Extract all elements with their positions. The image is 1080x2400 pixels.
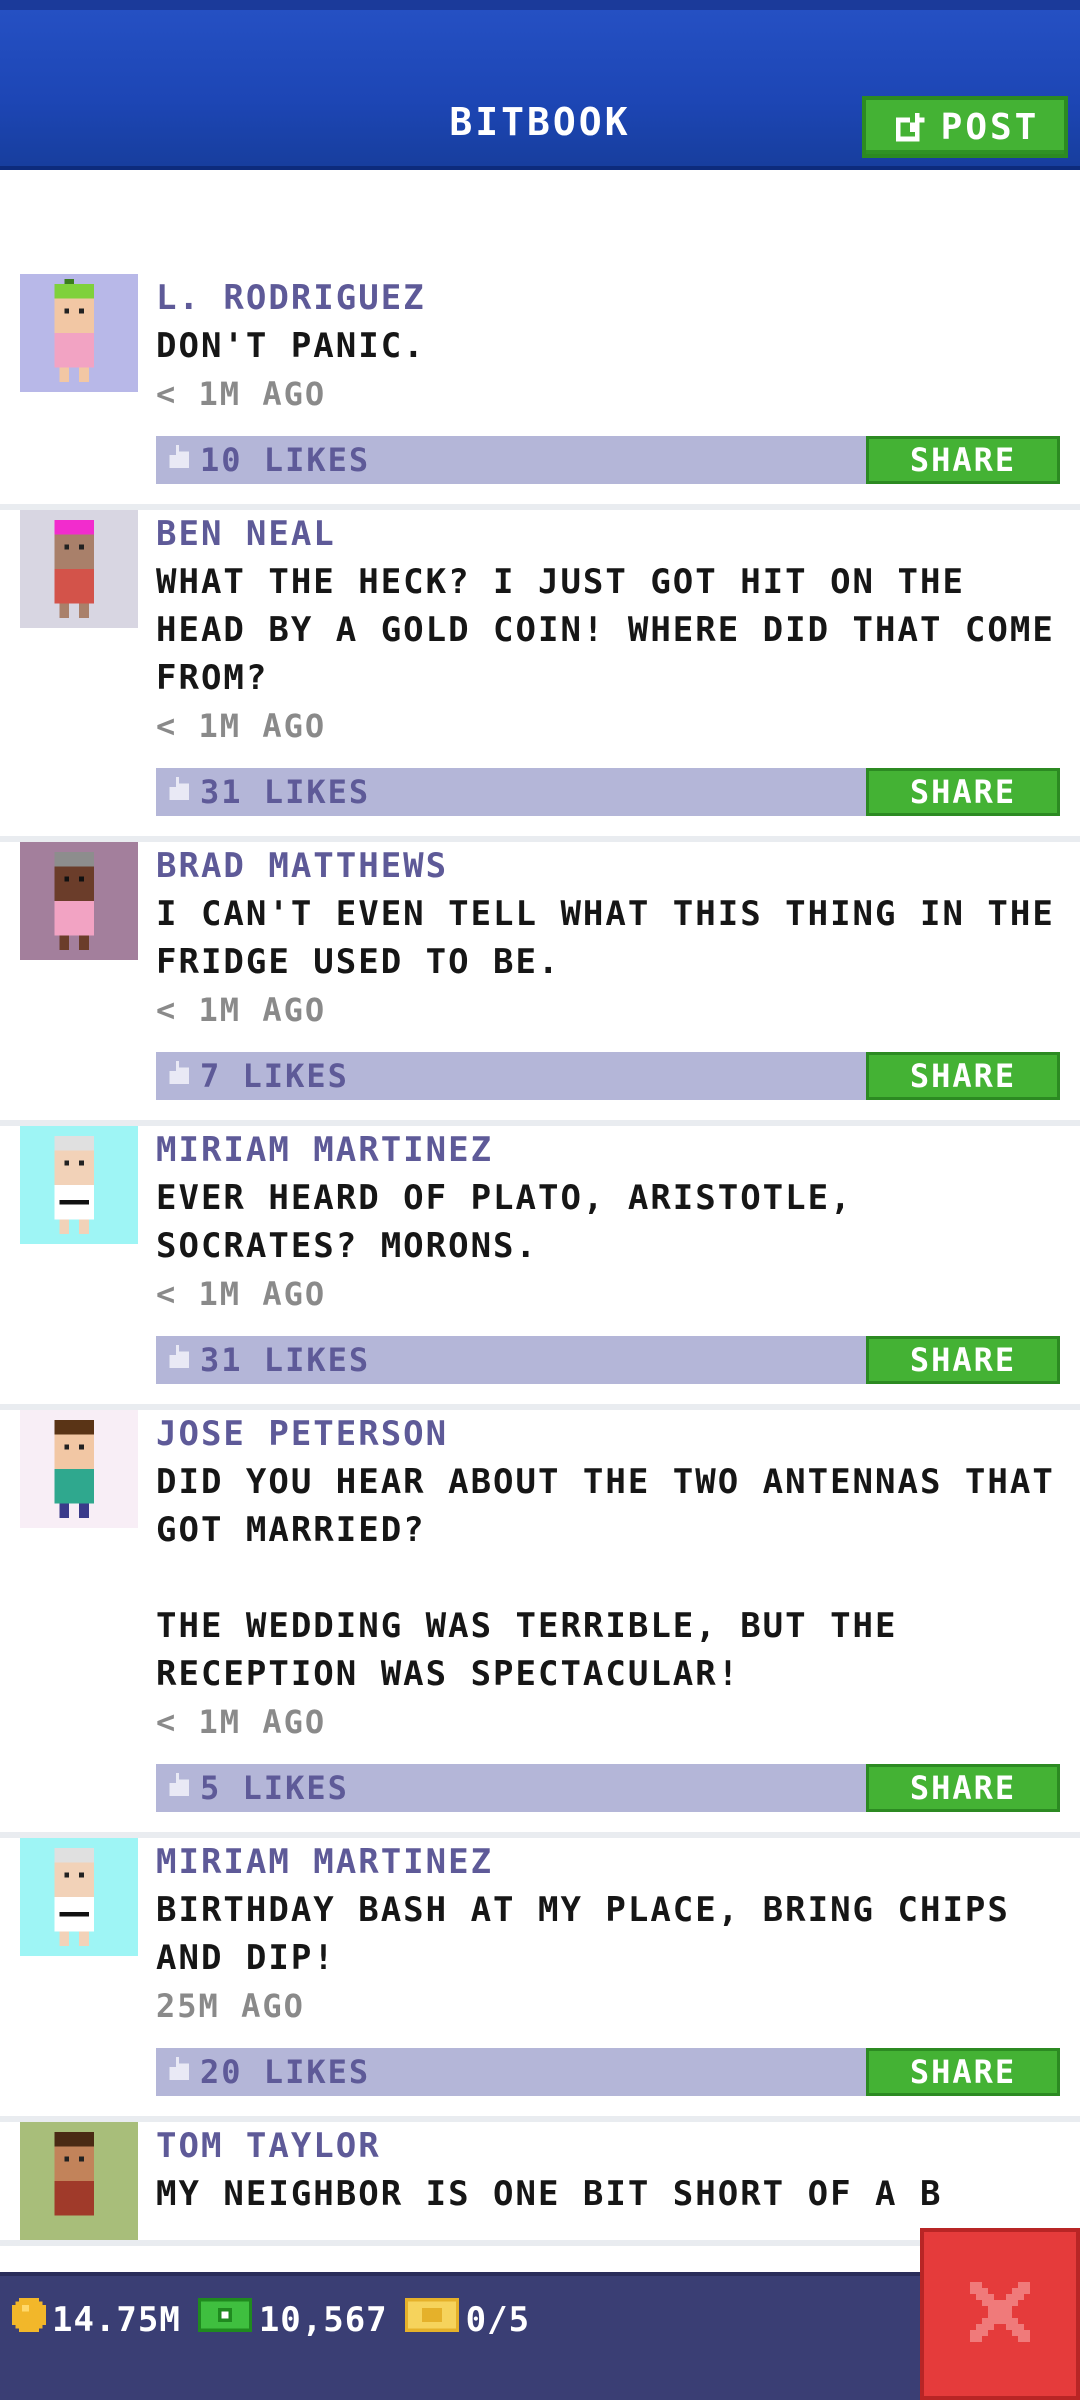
feed-list[interactable]: L. RODRIGUEZ DON'T PANIC. < 1M AGO 10 LI…	[0, 174, 1080, 2272]
avatar[interactable]	[20, 274, 138, 392]
post-message: DON'T PANIC.	[156, 326, 426, 366]
thumbs-up-icon	[166, 777, 192, 807]
feed-post: BRAD MATTHEWS I CAN'T EVEN TELL WHAT THI…	[0, 842, 1080, 1126]
likes-bar: 7 LIKES SHARE	[156, 1052, 1060, 1100]
post-time: < 1M AGO	[156, 375, 327, 413]
likes-count: 20 LIKES	[200, 2053, 371, 2091]
thumbs-up-icon	[166, 2057, 192, 2087]
post-time: < 1M AGO	[156, 1703, 327, 1741]
feed-post: L. RODRIGUEZ DON'T PANIC. < 1M AGO 10 LI…	[0, 274, 1080, 510]
post-message: EVER HEARD OF PLATO, ARISTOTLE, SOCRATES…	[156, 1178, 876, 1266]
coins-value: 14.75M	[52, 2299, 181, 2340]
coins-stat: 14.75M	[12, 2298, 181, 2341]
coin-icon	[12, 2298, 46, 2341]
post-author[interactable]: MIRIAM MARTINEZ	[156, 1126, 1060, 1174]
compose-icon	[891, 108, 929, 146]
bux-stat: 10,567	[197, 2298, 388, 2341]
share-button[interactable]: SHARE	[866, 436, 1060, 484]
share-button[interactable]: SHARE	[866, 1764, 1060, 1812]
likes-bar: 20 LIKES SHARE	[156, 2048, 1060, 2096]
post-author[interactable]: TOM TAYLOR	[156, 2122, 1060, 2170]
thumbs-up-icon	[166, 1345, 192, 1375]
post-author[interactable]: MIRIAM MARTINEZ	[156, 1838, 1060, 1886]
share-button[interactable]: SHARE	[866, 1052, 1060, 1100]
post-author[interactable]: BEN NEAL	[156, 510, 1060, 558]
close-icon	[964, 2276, 1036, 2352]
post-time: 25M AGO	[156, 1987, 305, 2025]
likes-count: 31 LIKES	[200, 773, 371, 811]
ticket-icon	[404, 2298, 460, 2341]
avatar[interactable]	[20, 842, 138, 960]
like-button[interactable]: 20 LIKES	[156, 2053, 370, 2091]
thumbs-up-icon	[166, 1061, 192, 1091]
currency-bar: 14.75M 10,567 0/5	[0, 2272, 1080, 2400]
post-message: WHAT THE HECK? I JUST GOT HIT ON THE HEA…	[156, 562, 1078, 698]
post-button-label: POST	[940, 106, 1040, 148]
feed-post: JOSE PETERSON DID YOU HEAR ABOUT THE TWO…	[0, 1410, 1080, 1838]
post-button[interactable]: POST	[862, 96, 1068, 158]
feed-post: MIRIAM MARTINEZ EVER HEARD OF PLATO, ARI…	[0, 1126, 1080, 1410]
likes-bar: 5 LIKES SHARE	[156, 1764, 1060, 1812]
like-button[interactable]: 5 LIKES	[156, 1769, 349, 1807]
avatar[interactable]	[20, 1410, 138, 1528]
post-author[interactable]: BRAD MATTHEWS	[156, 842, 1060, 890]
avatar[interactable]	[20, 510, 138, 628]
post-time: < 1M AGO	[156, 991, 327, 1029]
post-author[interactable]: JOSE PETERSON	[156, 1410, 1060, 1458]
thumbs-up-icon	[166, 445, 192, 475]
avatar[interactable]	[20, 2122, 138, 2240]
feed-post: MIRIAM MARTINEZ BIRTHDAY BASH AT MY PLAC…	[0, 1838, 1080, 2122]
post-message: MY NEIGHBOR IS ONE BIT SHORT OF A B	[156, 2174, 943, 2214]
like-button[interactable]: 10 LIKES	[156, 441, 370, 479]
likes-bar: 31 LIKES SHARE	[156, 1336, 1060, 1384]
likes-count: 31 LIKES	[200, 1341, 371, 1379]
avatar[interactable]	[20, 1126, 138, 1244]
bux-value: 10,567	[258, 2299, 388, 2340]
avatar[interactable]	[20, 1838, 138, 1956]
thumbs-up-icon	[166, 1773, 192, 1803]
close-button[interactable]	[920, 2228, 1080, 2400]
feed-post: TOM TAYLOR MY NEIGHBOR IS ONE BIT SHORT …	[0, 2122, 1080, 2246]
like-button[interactable]: 31 LIKES	[156, 773, 370, 811]
post-message: BIRTHDAY BASH AT MY PLACE, BRING CHIPS A…	[156, 1890, 1033, 1978]
post-message: DID YOU HEAR ABOUT THE TWO ANTENNAS THAT…	[156, 1462, 1055, 1694]
likes-count: 10 LIKES	[200, 441, 371, 479]
like-button[interactable]: 7 LIKES	[156, 1057, 349, 1095]
bitbook-screen: BITBOOK POST L. RODRIGUEZ DON'T PANIC. <…	[0, 0, 1080, 2400]
feed-post: BEN NEAL WHAT THE HECK? I JUST GOT HIT O…	[0, 510, 1080, 842]
like-button[interactable]: 31 LIKES	[156, 1341, 370, 1379]
share-button[interactable]: SHARE	[866, 768, 1060, 816]
share-button[interactable]: SHARE	[866, 2048, 1060, 2096]
header-bar: BITBOOK POST	[0, 0, 1080, 170]
tickets-stat: 0/5	[404, 2298, 530, 2341]
post-time: < 1M AGO	[156, 1275, 327, 1313]
likes-bar: 31 LIKES SHARE	[156, 768, 1060, 816]
bux-icon	[197, 2298, 253, 2341]
tickets-value: 0/5	[465, 2299, 531, 2340]
post-message: I CAN'T EVEN TELL WHAT THIS THING IN THE…	[156, 894, 1078, 982]
post-time: < 1M AGO	[156, 707, 327, 745]
likes-bar: 10 LIKES SHARE	[156, 436, 1060, 484]
post-author[interactable]: L. RODRIGUEZ	[156, 274, 1060, 322]
likes-count: 7 LIKES	[200, 1057, 349, 1095]
likes-count: 5 LIKES	[200, 1769, 349, 1807]
share-button[interactable]: SHARE	[866, 1336, 1060, 1384]
